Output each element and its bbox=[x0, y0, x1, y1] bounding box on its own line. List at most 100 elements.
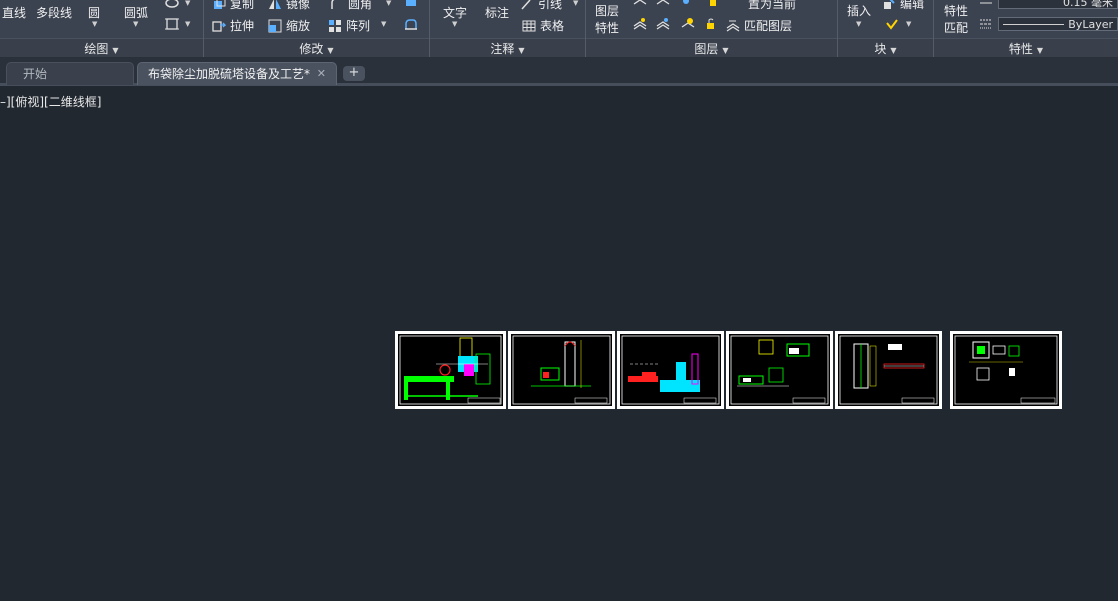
match-properties-line2[interactable]: 匹配 bbox=[944, 19, 968, 36]
stretch-label: 拉伸 bbox=[230, 19, 255, 33]
table-label: 表格 bbox=[540, 19, 565, 33]
hatch-icon[interactable] bbox=[165, 17, 179, 31]
tab-document[interactable]: 布袋除尘加脱硫塔设备及工艺* ✕ bbox=[137, 62, 337, 85]
scale-button[interactable]: 缩放 bbox=[268, 17, 310, 34]
modify-panel-title[interactable]: 修改 ▼ bbox=[204, 38, 429, 57]
copy-icon bbox=[214, 0, 226, 9]
leader-dropdown-icon[interactable]: ▼ bbox=[573, 0, 578, 7]
lineweight-select[interactable]: 0.15 毫米 bbox=[998, 0, 1118, 9]
layer-isolate-icon[interactable] bbox=[656, 0, 670, 8]
new-tab-button[interactable]: + bbox=[343, 66, 365, 81]
fillet-dropdown-icon[interactable]: ▼ bbox=[386, 0, 391, 7]
sheet-3-drawing bbox=[620, 334, 721, 406]
layer-off-icon[interactable] bbox=[633, 0, 647, 8]
chevron-down-icon: ▼ bbox=[327, 46, 334, 55]
attribute-dropdown-icon[interactable]: ▼ bbox=[906, 20, 911, 28]
ellipse-dropdown-icon[interactable]: ▼ bbox=[185, 0, 190, 7]
copy-button[interactable]: 复制 bbox=[212, 0, 254, 12]
fillet-button[interactable]: 圆角 bbox=[330, 0, 372, 12]
array-icon bbox=[329, 19, 341, 32]
chevron-down-icon: ▼ bbox=[1036, 46, 1044, 55]
drawing-sheet-3[interactable] bbox=[617, 331, 724, 409]
mirror-label: 镜像 bbox=[286, 0, 311, 11]
arc-dropdown-icon[interactable]: ▼ bbox=[133, 20, 138, 28]
insert-button[interactable]: 插入 bbox=[847, 2, 871, 19]
tab-start-label: 开始 bbox=[23, 67, 48, 81]
layer-walk-icon[interactable] bbox=[656, 17, 670, 31]
circle-button[interactable]: 圆 bbox=[88, 4, 100, 21]
annotation-panel-title[interactable]: 注释 ▼ bbox=[430, 38, 585, 57]
mirror-button[interactable]: 镜像 bbox=[268, 0, 310, 12]
leader-button[interactable]: 引线 bbox=[520, 0, 562, 12]
dimension-button[interactable]: 标注 bbox=[485, 4, 509, 21]
leader-icon bbox=[521, 0, 531, 9]
tab-start[interactable]: 开始 bbox=[6, 62, 134, 85]
match-layer-label: 匹配图层 bbox=[744, 19, 793, 33]
stretch-button[interactable]: 拉伸 bbox=[212, 17, 254, 34]
block-panel-title[interactable]: 块 ▼ bbox=[838, 38, 933, 57]
properties-panel: 特性 匹配 0.15 毫米 ByLayer 特性 ▼ bbox=[934, 0, 1118, 57]
layer-freeze-icon[interactable] bbox=[679, 0, 693, 8]
modify-panel: 复制 镜像 圆角 ▼ 拉伸 缩放 阵列 ▼ 修改 ▼ bbox=[204, 0, 430, 57]
viewport-controls[interactable]: –][俯视][二维线框] bbox=[0, 93, 101, 110]
autocad-window: 直线 多段线 圆 ▼ 圆弧 ▼ ▼ ▼ 绘图 ▼ 复制 镜像 圆角 ▼ 拉伸 缩… bbox=[0, 0, 1118, 601]
block-attribute-icon[interactable] bbox=[885, 17, 899, 31]
drawing-sheet-2[interactable] bbox=[508, 331, 615, 409]
offset-icon[interactable] bbox=[404, 17, 418, 31]
set-current-button[interactable]: 置为当前 bbox=[748, 0, 796, 12]
layers-panel-title[interactable]: 图层 ▼ bbox=[586, 38, 837, 57]
edit-block-button[interactable]: 编辑 bbox=[882, 0, 924, 12]
layer-unlock-icon[interactable] bbox=[704, 17, 718, 31]
layer-properties-button-line2[interactable]: 特性 bbox=[595, 19, 619, 36]
arc-button[interactable]: 圆弧 bbox=[124, 4, 148, 21]
table-button[interactable]: 表格 bbox=[522, 17, 564, 34]
draw-panel: 直线 多段线 圆 ▼ 圆弧 ▼ ▼ ▼ 绘图 ▼ bbox=[0, 0, 204, 57]
draw-panel-title[interactable]: 绘图 ▼ bbox=[0, 38, 203, 57]
linetype-select[interactable]: ByLayer bbox=[998, 17, 1118, 31]
circle-dropdown-icon[interactable]: ▼ bbox=[92, 20, 97, 28]
linetype-value: ByLayer bbox=[1068, 17, 1113, 31]
text-button[interactable]: 文字 bbox=[443, 4, 467, 21]
sheet-5-drawing bbox=[838, 334, 939, 406]
sheet-2-drawing bbox=[511, 334, 612, 406]
edit-block-label: 编辑 bbox=[900, 0, 925, 11]
array-label: 阵列 bbox=[346, 19, 371, 33]
annotation-panel: 文字 ▼ 标注 引线 ▼ 表格 注释 ▼ bbox=[430, 0, 586, 57]
close-icon[interactable]: ✕ bbox=[317, 63, 326, 85]
match-layer-button[interactable]: 匹配图层 bbox=[726, 17, 792, 34]
scale-icon bbox=[268, 19, 282, 32]
stretch-icon bbox=[212, 20, 226, 32]
line-button[interactable]: 直线 bbox=[2, 4, 26, 21]
drawing-sheet-5[interactable] bbox=[835, 331, 942, 409]
copy-label: 复制 bbox=[230, 0, 255, 11]
drawing-canvas[interactable]: –][俯视][二维线框] bbox=[0, 89, 1118, 601]
drawing-sheet-6[interactable] bbox=[950, 331, 1062, 409]
layer-lock-icon[interactable] bbox=[706, 0, 720, 8]
array-dropdown-icon[interactable]: ▼ bbox=[381, 20, 386, 28]
table-icon bbox=[522, 20, 536, 31]
chevron-down-icon: ▼ bbox=[112, 46, 119, 55]
chevron-down-icon: ▼ bbox=[890, 46, 897, 55]
array-button[interactable]: 阵列 bbox=[328, 17, 370, 34]
properties-panel-title[interactable]: 特性 ▼ bbox=[934, 38, 1118, 57]
layer-properties-button-line1[interactable]: 图层 bbox=[595, 2, 619, 19]
hatch-dropdown-icon[interactable]: ▼ bbox=[185, 20, 190, 28]
text-dropdown-icon[interactable]: ▼ bbox=[452, 20, 457, 28]
polyline-button[interactable]: 多段线 bbox=[36, 4, 72, 21]
linetype-icon bbox=[980, 19, 992, 29]
fillet-label: 圆角 bbox=[348, 0, 373, 11]
insert-dropdown-icon[interactable]: ▼ bbox=[856, 20, 861, 28]
sheet-6-drawing bbox=[953, 334, 1059, 406]
drawing-sheet-1[interactable] bbox=[395, 331, 506, 409]
layer-thaw-icon[interactable] bbox=[681, 17, 695, 31]
match-properties-line1[interactable]: 特性 bbox=[944, 2, 968, 19]
drawing-sheet-4[interactable] bbox=[726, 331, 833, 409]
ribbon: 直线 多段线 圆 ▼ 圆弧 ▼ ▼ ▼ 绘图 ▼ 复制 镜像 圆角 ▼ 拉伸 缩… bbox=[0, 0, 1118, 58]
ellipse-icon[interactable] bbox=[165, 0, 179, 10]
sheet-4-drawing bbox=[729, 334, 830, 406]
layer-previous-icon[interactable] bbox=[633, 17, 647, 31]
linetype-preview bbox=[1003, 23, 1065, 25]
leader-label: 引线 bbox=[538, 0, 563, 11]
explode-icon[interactable] bbox=[404, 0, 418, 8]
sheet-1-drawing bbox=[398, 334, 503, 406]
